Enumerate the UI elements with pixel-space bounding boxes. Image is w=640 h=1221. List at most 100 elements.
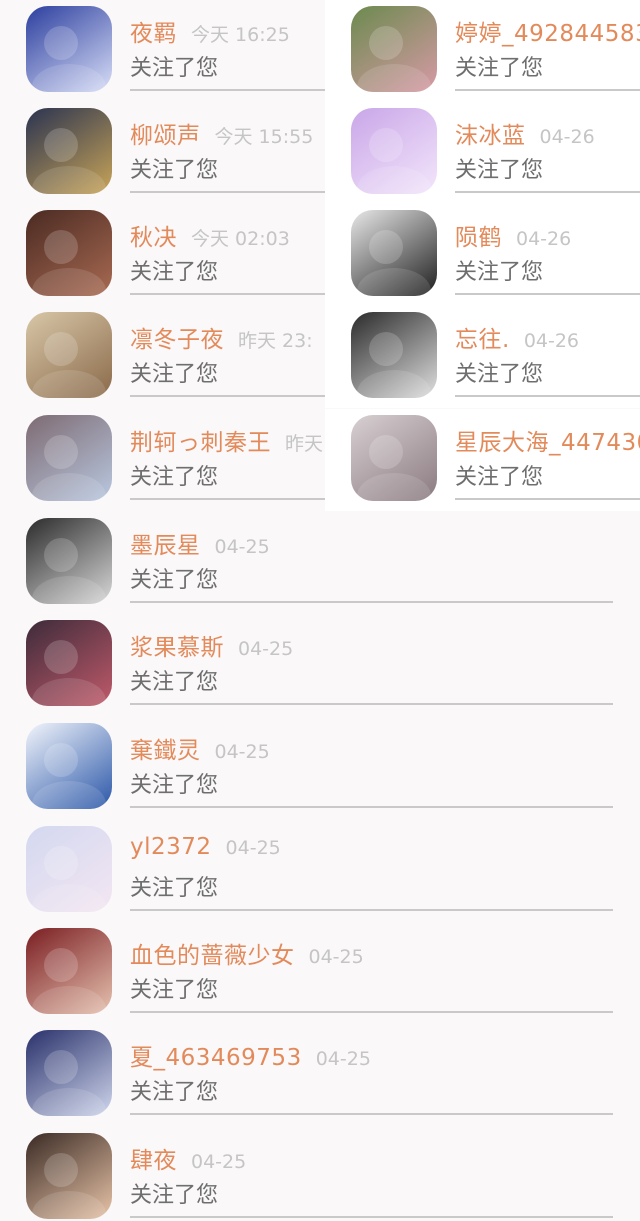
user-avatar[interactable] (26, 620, 112, 706)
item-header: 凛冬子夜 昨天 23: (130, 320, 325, 354)
follow-message: 关注了您 (130, 56, 219, 81)
follow-message: 关注了您 (130, 1080, 219, 1105)
user-name[interactable]: 凛冬子夜 (130, 327, 224, 353)
follower-item[interactable]: 忘往. 04-26 关注了您 (325, 306, 640, 408)
user-name[interactable]: 血色的蔷薇少女 (130, 943, 295, 969)
follower-notifications-screen: 夜羁 今天 16:25 关注了您 柳颂声 今天 15:55 关注了您 秋决 今天 02… (0, 0, 640, 1221)
item-header: 柳颂声 今天 15:55 (130, 116, 325, 150)
follower-item[interactable]: 夏_463469753 04-25 关注了您 (0, 1024, 640, 1126)
timestamp: 04-25 (308, 946, 364, 968)
timestamp: 04-26 (523, 330, 580, 352)
follower-item[interactable]: 夜羁 今天 16:25 关注了您 (0, 0, 330, 102)
follower-item[interactable]: 婷婷_4928445836 关注了您 (325, 0, 640, 102)
follow-message: 关注了您 (130, 158, 219, 183)
user-name[interactable]: 忘往. (455, 327, 510, 353)
user-name[interactable]: 沫冰蓝 (455, 123, 526, 149)
user-name[interactable]: 婷婷_4928445836 (455, 21, 640, 47)
item-header: 陨鹤 04-26 (455, 218, 640, 252)
item-header: 星辰大海_447430 (455, 423, 640, 457)
follow-message: 关注了您 (455, 260, 544, 285)
follower-item[interactable]: 墨辰星 04-25 关注了您 (0, 512, 640, 614)
follow-message: 关注了您 (455, 56, 544, 81)
follower-item[interactable]: 星辰大海_447430 关注了您 (325, 409, 640, 511)
user-avatar[interactable] (26, 518, 112, 604)
user-name[interactable]: 肆夜 (130, 1148, 177, 1174)
item-header: 墨辰星 04-25 (130, 526, 610, 560)
follower-item[interactable]: 肆夜 04-25 关注了您 (0, 1127, 640, 1221)
user-avatar[interactable] (26, 826, 112, 912)
divider (130, 1113, 613, 1115)
user-avatar[interactable] (26, 723, 112, 809)
divider (130, 806, 613, 808)
user-name[interactable]: 荆轲っ刺秦王 (130, 430, 271, 456)
user-avatar[interactable] (351, 108, 437, 194)
user-avatar[interactable] (351, 312, 437, 398)
timestamp: 04-26 (516, 228, 572, 250)
follow-message: 关注了您 (130, 260, 219, 285)
follower-item[interactable]: 棄鐵灵 04-25 关注了您 (0, 717, 640, 819)
user-avatar[interactable] (26, 1030, 112, 1116)
divider (455, 89, 640, 91)
item-header: 夏_463469753 04-25 (130, 1038, 610, 1072)
timestamp: 今天 16:25 (191, 24, 290, 46)
follower-item[interactable]: 血色的蔷薇少女 04-25 关注了您 (0, 922, 640, 1024)
user-avatar[interactable] (26, 312, 112, 398)
user-avatar[interactable] (26, 108, 112, 194)
user-avatar[interactable] (26, 415, 112, 501)
timestamp: 04-25 (315, 1048, 371, 1070)
user-name[interactable]: 柳颂声 (130, 123, 201, 149)
follower-item[interactable]: yl2372 04-25 关注了您 (0, 820, 640, 922)
follower-item[interactable]: 荆轲っ刺秦王 昨天 关注了您 (0, 409, 330, 511)
follower-item[interactable]: 陨鹤 04-26 关注了您 (325, 204, 640, 306)
timestamp: 04-25 (191, 1151, 247, 1173)
follower-item[interactable]: 沫冰蓝 04-26 关注了您 (325, 102, 640, 204)
user-name[interactable]: 夏_463469753 (130, 1045, 302, 1071)
user-name[interactable]: 棄鐵灵 (130, 738, 201, 764)
user-avatar[interactable] (26, 210, 112, 296)
item-header: 婷婷_4928445836 (455, 14, 640, 48)
follow-message: 关注了您 (130, 773, 219, 798)
follower-item[interactable]: 柳颂声 今天 15:55 关注了您 (0, 102, 330, 204)
user-avatar[interactable] (26, 928, 112, 1014)
user-name[interactable]: 星辰大海_447430 (455, 430, 640, 456)
divider (455, 395, 640, 397)
follow-message: 关注了您 (130, 1183, 219, 1208)
user-name[interactable]: 墨辰星 (130, 533, 201, 559)
user-name[interactable]: 浆果慕斯 (130, 635, 224, 661)
follow-message: 关注了您 (455, 158, 544, 183)
timestamp: 04-25 (214, 536, 270, 558)
user-avatar[interactable] (351, 415, 437, 501)
item-header: 夜羁 今天 16:25 (130, 14, 325, 48)
user-avatar[interactable] (26, 1133, 112, 1219)
item-header: 秋决 今天 02:03 (130, 218, 325, 252)
divider (130, 89, 325, 91)
follower-item[interactable]: 浆果慕斯 04-25 关注了您 (0, 614, 640, 716)
divider (130, 703, 613, 705)
divider (130, 395, 325, 397)
divider (130, 1216, 613, 1218)
timestamp: 04-25 (214, 741, 270, 763)
divider (455, 498, 640, 500)
panel-top-edge (325, 0, 640, 6)
user-avatar[interactable] (26, 6, 112, 92)
item-header: 忘往. 04-26 (455, 320, 640, 354)
divider (455, 191, 640, 193)
divider (455, 293, 640, 295)
item-header: 棄鐵灵 04-25 (130, 731, 610, 765)
follower-item[interactable]: 秋决 今天 02:03 关注了您 (0, 204, 330, 306)
user-name[interactable]: yl2372 (130, 834, 212, 860)
user-avatar[interactable] (351, 210, 437, 296)
follow-message: 关注了您 (130, 465, 219, 490)
follow-message: 关注了您 (455, 465, 544, 490)
follower-item[interactable]: 凛冬子夜 昨天 23: 关注了您 (0, 306, 330, 408)
divider (130, 1011, 613, 1013)
timestamp: 昨天 (285, 433, 324, 455)
follow-message: 关注了您 (130, 876, 219, 901)
timestamp: 04-26 (539, 126, 595, 148)
timestamp: 昨天 23: (238, 330, 313, 352)
user-name[interactable]: 陨鹤 (455, 225, 502, 251)
item-header: 浆果慕斯 04-25 (130, 628, 610, 662)
user-avatar[interactable] (351, 6, 437, 92)
user-name[interactable]: 秋决 (130, 225, 177, 251)
user-name[interactable]: 夜羁 (130, 21, 177, 47)
